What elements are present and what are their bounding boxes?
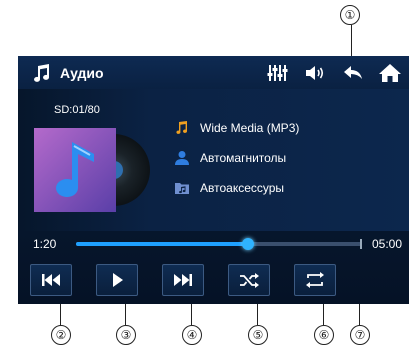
music-note-icon	[176, 121, 188, 134]
previous-button[interactable]	[30, 264, 72, 296]
callout-2: ②	[51, 325, 71, 345]
header-bar: Аудио	[18, 56, 409, 89]
progress-fill	[76, 242, 248, 246]
album-name: Автоаксессуры	[200, 181, 285, 195]
callout-4: ④	[182, 325, 202, 345]
artist-name: Автомагнитолы	[200, 151, 287, 165]
progress-end-marker	[360, 239, 362, 249]
page-title: Аудио	[60, 65, 104, 81]
audio-screen: Аудио SD:01/80 Wide Media (MP3) Автомагн…	[18, 56, 409, 304]
next-button[interactable]	[162, 264, 204, 296]
next-icon	[174, 274, 192, 286]
callout-3: ③	[116, 325, 136, 345]
person-icon	[175, 151, 189, 165]
callout-1: ①	[340, 5, 360, 25]
folder-music-icon	[175, 183, 189, 194]
progress-bar[interactable]	[76, 238, 362, 250]
home-icon[interactable]	[378, 61, 402, 85]
repeat-icon	[306, 272, 324, 288]
total-time: 05:00	[372, 237, 403, 251]
volume-icon[interactable]	[302, 61, 326, 85]
callout-5: ⑤	[248, 325, 268, 345]
repeat-button[interactable]	[294, 264, 336, 296]
back-arrow-icon[interactable]	[341, 61, 365, 85]
music-note-icon	[34, 64, 50, 82]
callout-7: ⑦	[350, 325, 370, 345]
callout-6: ⑥	[314, 325, 334, 345]
equalizer-icon[interactable]	[265, 61, 289, 85]
play-icon	[113, 273, 123, 287]
previous-icon	[42, 274, 60, 286]
play-button[interactable]	[96, 264, 138, 296]
progress-knob[interactable]	[241, 238, 254, 250]
elapsed-time: 1:20	[33, 237, 57, 251]
file-name: Wide Media (MP3)	[200, 121, 300, 135]
sd-track-counter: SD:01/80	[54, 104, 100, 116]
album-art-icon	[34, 128, 150, 212]
shuffle-icon	[240, 273, 259, 288]
shuffle-button[interactable]	[228, 264, 270, 296]
